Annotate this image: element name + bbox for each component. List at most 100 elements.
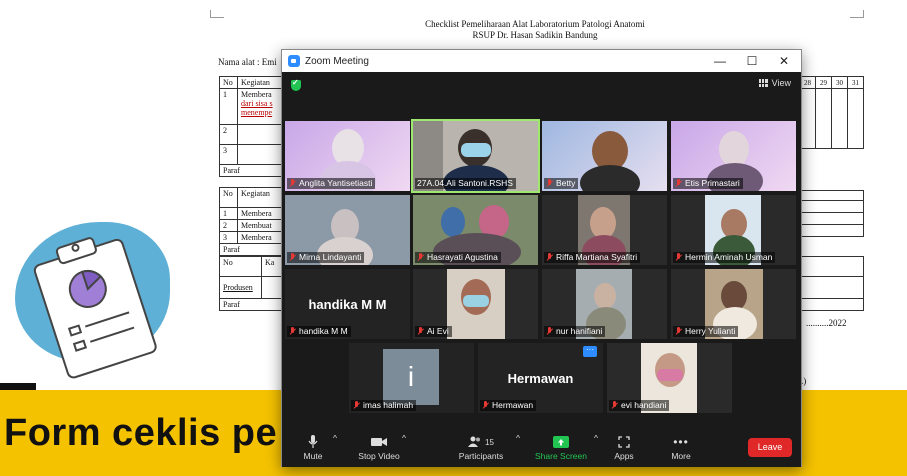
doc-day-cell: 29	[815, 76, 832, 89]
doc-day-cell	[799, 212, 864, 225]
participant-tile[interactable]: nur hanifiani	[542, 269, 667, 339]
participant-video	[657, 369, 683, 381]
doc-cell: 3	[219, 231, 238, 244]
participant-name: imas halimah	[363, 400, 414, 410]
doc-title-line1: Checklist Pemeliharaan Alat Laboratorium…	[425, 19, 645, 29]
mic-muted-icon	[482, 401, 489, 410]
view-button[interactable]: View	[758, 78, 791, 88]
doc-cell: 3	[219, 144, 238, 165]
mic-muted-icon	[675, 179, 682, 188]
participant-tile[interactable]: Hasrayati Agustina	[413, 195, 538, 265]
mic-muted-icon	[353, 401, 360, 410]
mute-label: Mute	[303, 451, 323, 461]
participant-name: Anglita Yantisetiasti	[299, 178, 373, 188]
doc-day-cell	[799, 224, 864, 237]
zoom-window: Zoom Meeting — ☐ ✕ View Anglita Yantiset…	[281, 49, 802, 467]
doc-title-line2: RSUP Dr. Hasan Sadikin Bandung	[472, 30, 598, 40]
participant-name: evi handiani	[621, 400, 667, 410]
participants-label: Participants	[458, 451, 504, 461]
mute-options-caret[interactable]: ^	[333, 433, 337, 443]
share-screen-label: Share Screen	[535, 451, 587, 461]
participant-tile[interactable]: Etis Primastari	[671, 121, 796, 191]
mic-muted-icon	[417, 327, 424, 336]
doc-cell: Paraf	[219, 298, 289, 311]
participants-icon	[468, 436, 481, 447]
participant-video	[719, 131, 749, 167]
mic-muted-icon	[417, 253, 424, 262]
window-titlebar[interactable]: Zoom Meeting — ☐ ✕	[282, 50, 801, 72]
participant-name-tag: evi handiani	[609, 400, 670, 411]
close-button[interactable]: ✕	[767, 50, 801, 72]
stop-video-button[interactable]: Stop Video	[352, 433, 406, 461]
view-label: View	[771, 78, 791, 88]
doc-cell: 2	[219, 124, 238, 145]
participant-tile[interactable]: i imas halimah	[349, 343, 474, 413]
participant-tile[interactable]: Ai Evi	[413, 269, 538, 339]
participant-name: Herry Yulianti	[685, 326, 736, 336]
participant-tile[interactable]: Hermawan ··· Hermawan	[478, 343, 603, 413]
participant-video	[580, 165, 640, 191]
participant-tile[interactable]: Mirna Lindayanti	[285, 195, 410, 265]
participant-name-tag: Ai Evi	[415, 326, 452, 337]
share-screen-button[interactable]: Share Screen	[534, 433, 588, 461]
doc-day-cell	[799, 200, 864, 213]
participant-name: 27A.04.Ali Santoni.RSHS	[417, 178, 513, 188]
share-options-caret[interactable]: ^	[594, 433, 598, 443]
doc-table-1: No Kegiatan 1 Membera dari sisa s menempe 2 …	[219, 76, 289, 177]
participant-name: Mirna Lindayanti	[299, 252, 362, 262]
doc-cell: Paraf	[219, 243, 289, 256]
doc-cell: No	[219, 76, 238, 89]
encryption-shield-icon[interactable]	[291, 78, 301, 91]
meeting-toolbar: Mute ^ Stop Video ^ 15 Participants ^ Sh…	[282, 430, 801, 467]
maximize-button[interactable]: ☐	[735, 50, 769, 72]
participant-tile[interactable]: Riffa Martiana Syafitri	[542, 195, 667, 265]
participant-name: Hermin Aminah Usman	[685, 252, 773, 262]
participant-name-tag: Hermawan	[480, 400, 537, 411]
participant-name-tag: Anglita Yantisetiasti	[287, 178, 376, 189]
participant-tile[interactable]: Hermin Aminah Usman	[671, 195, 796, 265]
doc-day-cell: 30	[831, 76, 848, 89]
participant-tile[interactable]: handika M M handika M M	[285, 269, 410, 339]
doc-corner-mark	[210, 10, 224, 18]
video-camera-icon	[371, 438, 387, 446]
participant-tile[interactable]: Anglita Yantisetiasti	[285, 121, 410, 191]
participant-name-tag: Etis Primastari	[673, 178, 743, 189]
participant-name-tag: Betty	[544, 178, 579, 189]
participant-tile-active-speaker[interactable]: 27A.04.Ali Santoni.RSHS	[411, 119, 540, 193]
minimize-button[interactable]: —	[703, 50, 737, 72]
more-dots-icon: •••	[673, 435, 689, 449]
participant-tile[interactable]: evi handiani	[607, 343, 732, 413]
video-options-caret[interactable]: ^	[402, 433, 406, 443]
participant-tile[interactable]: Herry Yulianti	[671, 269, 796, 339]
apps-icon	[618, 436, 630, 448]
mic-muted-icon	[675, 327, 682, 336]
participant-name-tag: Hermin Aminah Usman	[673, 252, 776, 263]
doc-day-cell	[815, 88, 832, 149]
leave-button[interactable]: Leave	[748, 438, 792, 457]
apps-button[interactable]: Apps	[609, 433, 639, 461]
more-button[interactable]: ••• More	[666, 433, 696, 461]
participant-name-tag: Herry Yulianti	[673, 326, 739, 337]
doc-date: ..........2022	[806, 318, 847, 328]
doc-corner-mark	[850, 10, 864, 18]
participant-name-tag: handika M M	[287, 326, 351, 337]
window-title: Zoom Meeting	[305, 55, 369, 67]
participants-button[interactable]: 15 Participants	[454, 433, 508, 461]
mic-muted-icon	[289, 179, 296, 188]
doc-cell: 1	[219, 207, 238, 220]
more-label: More	[671, 451, 691, 461]
mute-button[interactable]: Mute	[296, 433, 330, 461]
participant-tile[interactable]: Betty	[542, 121, 667, 191]
participant-avatar: i	[383, 349, 439, 405]
banner-title: Form ceklis pe	[4, 412, 278, 454]
doc-cell: 1	[219, 88, 238, 125]
participant-name-tag: nur hanifiani	[544, 326, 606, 337]
participants-options-caret[interactable]: ^	[516, 433, 520, 443]
doc-day-grid: 28 29 30 31	[799, 76, 864, 149]
participant-name-tag: 27A.04.Ali Santoni.RSHS	[415, 178, 516, 189]
participant-name-tag: Riffa Martiana Syafitri	[544, 252, 641, 263]
more-options-button[interactable]: ···	[583, 346, 597, 357]
clipboard-chart-icon	[33, 237, 157, 379]
participant-name-tag: Hasrayati Agustina	[415, 252, 501, 263]
participant-name: nur hanifiani	[556, 326, 603, 336]
